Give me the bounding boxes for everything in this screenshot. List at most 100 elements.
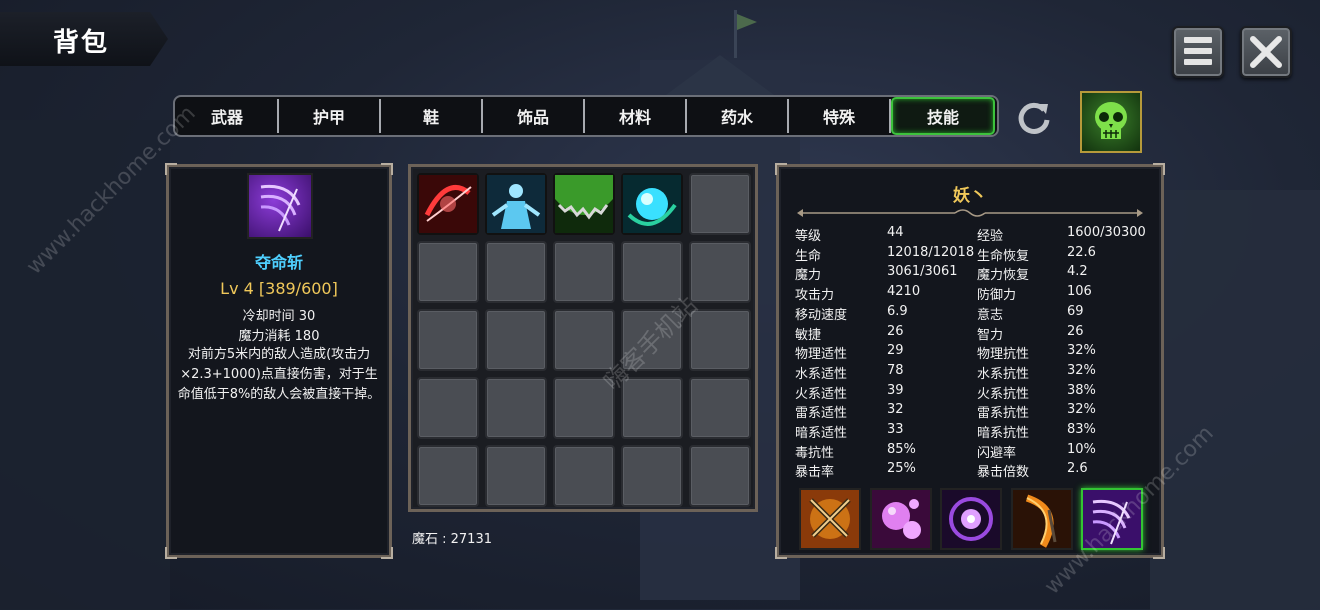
refresh-button[interactable] — [1014, 98, 1054, 138]
stat-value: 32% — [1067, 343, 1096, 359]
equipped-slot-fire-blade-skill[interactable] — [1010, 488, 1073, 550]
inventory-slot-empty[interactable] — [621, 445, 683, 507]
skill-mana-cost: 魔力消耗 180 — [238, 329, 320, 344]
inventory-slot-cyan-orb-skill[interactable] — [621, 173, 683, 235]
stat-label: 暗系适性 — [795, 426, 848, 441]
skull-icon — [1095, 102, 1127, 139]
skill-name: 夺命斩 — [254, 253, 303, 272]
inventory-slot-empty[interactable] — [689, 445, 751, 507]
ornament-divider — [797, 209, 1143, 217]
stat-value: 69 — [1067, 303, 1084, 319]
inventory-slot-empty[interactable] — [689, 309, 751, 371]
stat-value: 2.6 — [1067, 461, 1088, 477]
equipped-slot-crossed-swords-skill[interactable] — [799, 488, 861, 550]
stat-value: 3061/3061 — [887, 264, 958, 280]
currency-magic-stone: 魔石 : 27131 — [412, 532, 492, 547]
inventory-slot-empty[interactable] — [553, 241, 615, 303]
inventory-slot-empty[interactable] — [485, 309, 547, 371]
stat-value: 12018/12018 — [887, 244, 975, 260]
stat-value: 26 — [1067, 323, 1084, 339]
stat-label: 智力 — [977, 327, 1004, 343]
stat-value: 6.9 — [887, 303, 908, 319]
stat-label: 暴击倍数 — [977, 465, 1030, 481]
background-castle-left — [0, 120, 170, 610]
stat-label: 经验 — [977, 229, 1004, 244]
character-name: 妖丶 — [953, 186, 987, 206]
stat-label: 等级 — [795, 229, 822, 244]
stat-label: 意志 — [977, 307, 1004, 323]
stat-label: 暴击率 — [795, 465, 835, 481]
stat-value: 22.6 — [1067, 244, 1096, 260]
inventory-slot-empty[interactable] — [485, 445, 547, 507]
stat-value: 32% — [1067, 402, 1096, 418]
category-tabs: 武器 护甲 鞋 饰品 材料 药水 特殊 技能 — [173, 95, 999, 137]
stat-value: 106 — [1067, 284, 1092, 300]
stat-label: 魔力恢复 — [977, 268, 1030, 284]
stat-label: 防御力 — [977, 288, 1017, 304]
character-avatar-button[interactable] — [1080, 91, 1142, 153]
inventory-slot-empty[interactable] — [689, 377, 751, 439]
stat-value: 38% — [1067, 382, 1096, 398]
tab-skills[interactable]: 技能 — [891, 97, 995, 135]
stat-value: 44 — [887, 225, 904, 240]
stat-value: 39 — [887, 382, 904, 398]
inventory-slot-ice-figure-skill[interactable] — [485, 173, 547, 235]
inventory-slot-empty[interactable] — [417, 241, 479, 303]
stat-value: 25% — [887, 461, 916, 477]
stat-value: 4210 — [887, 284, 921, 300]
tab-accessories[interactable]: 饰品 — [483, 99, 585, 133]
stat-value: 26 — [887, 323, 904, 339]
character-stats-panel: 妖丶 等级 44 经验 1600/30300 生命 12018/12018 生命恢复 22.6… — [775, 163, 1165, 559]
skill-cooldown: 冷却时间 30 — [242, 309, 316, 324]
stat-value: 85% — [887, 441, 916, 457]
inventory-grid — [417, 173, 751, 507]
skill-description: 对前方5米内的敌人造成(攻击力×2.3+1000)点直接伤害，对于生命值低于8%… — [177, 347, 381, 402]
stat-value: 4.2 — [1067, 264, 1088, 280]
inventory-slot-empty[interactable] — [417, 445, 479, 507]
inventory-slot-red-slash-skill[interactable] — [417, 173, 479, 235]
stat-label: 暗系抗性 — [977, 426, 1030, 441]
stat-value: 29 — [887, 343, 904, 359]
stat-label: 生命恢复 — [977, 248, 1030, 264]
inventory-slot-empty[interactable] — [553, 445, 615, 507]
tab-materials[interactable]: 材料 — [585, 99, 687, 133]
inventory-slot-empty[interactable] — [553, 377, 615, 439]
close-button[interactable] — [1240, 26, 1292, 78]
inventory-panel — [408, 164, 758, 512]
stat-label: 生命 — [795, 248, 822, 264]
background-flag — [737, 14, 757, 30]
inventory-slot-empty[interactable] — [689, 241, 751, 303]
inventory-slot-empty[interactable] — [621, 377, 683, 439]
stat-label: 物理适性 — [795, 347, 848, 363]
stat-value: 83% — [1067, 422, 1096, 437]
tab-shoes[interactable]: 鞋 — [381, 99, 483, 133]
background-castle-right — [1150, 190, 1320, 610]
stat-value: 32% — [1067, 362, 1096, 378]
stat-label: 水系适性 — [795, 366, 848, 382]
inventory-slot-empty[interactable] — [485, 377, 547, 439]
inventory-slot-green-saw-skill[interactable] — [553, 173, 615, 235]
stat-value: 33 — [887, 422, 904, 437]
stat-label: 攻击力 — [795, 288, 835, 304]
tab-armor[interactable]: 护甲 — [279, 99, 381, 133]
stat-label: 雷系抗性 — [977, 406, 1030, 422]
stat-value: 10% — [1067, 441, 1096, 457]
inventory-slot-empty[interactable] — [689, 173, 751, 235]
equipped-slot-purple-vortex-skill[interactable] — [940, 488, 1002, 550]
stat-label: 水系抗性 — [977, 366, 1030, 382]
menu-button[interactable] — [1172, 26, 1224, 78]
skill-level: Lv 4 [389/600] — [220, 279, 338, 298]
tab-special[interactable]: 特殊 — [789, 99, 891, 133]
stat-label: 敏捷 — [795, 327, 822, 343]
stat-label: 火系抗性 — [977, 386, 1030, 402]
inventory-slot-empty[interactable] — [417, 309, 479, 371]
tab-potions[interactable]: 药水 — [687, 99, 789, 133]
scythe-skill-icon — [247, 173, 313, 239]
equipped-slot-pink-bubbles-skill[interactable] — [869, 488, 932, 550]
inventory-slot-empty[interactable] — [417, 377, 479, 439]
inventory-slot-empty[interactable] — [485, 241, 547, 303]
stat-label: 火系适性 — [795, 386, 848, 402]
stat-label: 毒抗性 — [795, 445, 835, 461]
page-title: 背包 — [53, 28, 110, 58]
stat-label: 移动速度 — [795, 307, 848, 323]
